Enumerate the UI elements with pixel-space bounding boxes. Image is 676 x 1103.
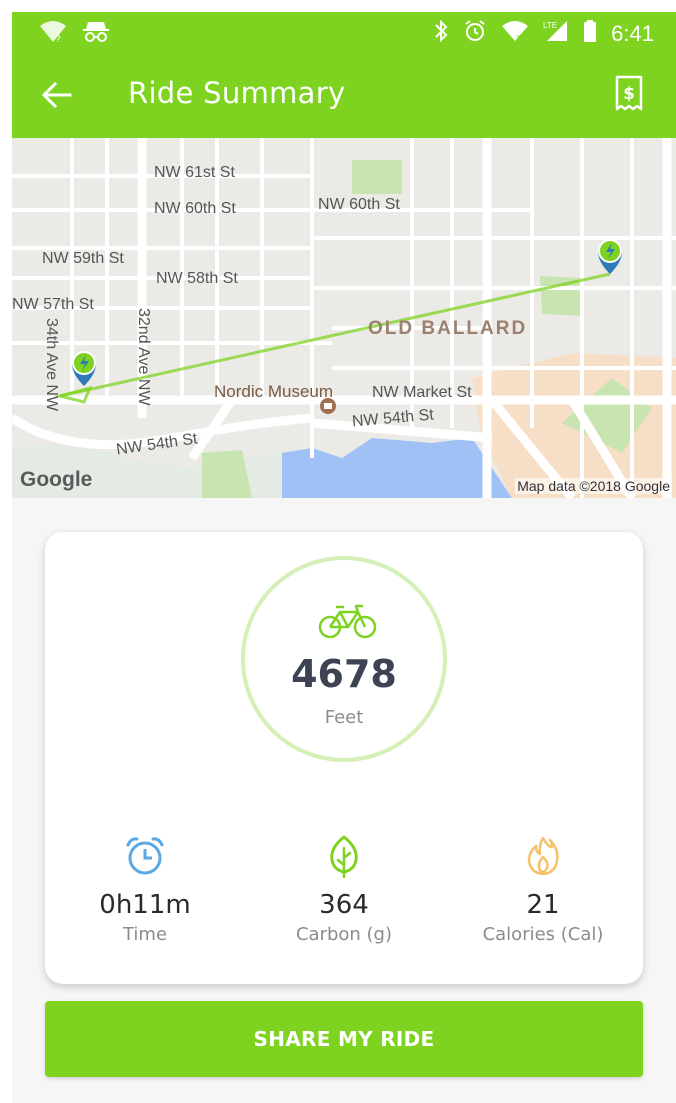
app-screen: ? x LTE 6:41 Ride Summary $ NW 61st St N…	[12, 12, 676, 1103]
street-label: NW 58th St	[156, 270, 238, 287]
stat-time: 0h11m Time	[55, 834, 235, 945]
time-label: Time	[122, 924, 168, 945]
svg-text:x: x	[516, 32, 521, 42]
bicycle-icon	[318, 602, 378, 645]
calories-value: 21	[526, 890, 560, 920]
receipt-dollar-icon: $	[615, 75, 643, 111]
poi-label: Nordic Museum	[214, 382, 334, 401]
distance-ring: 4678 Feet	[241, 556, 447, 762]
flame-icon	[453, 834, 633, 878]
svg-text:$: $	[623, 84, 635, 104]
distance-unit: Feet	[324, 707, 364, 728]
street-label: 32nd Ave NW	[135, 308, 152, 406]
map-base	[12, 138, 676, 498]
svg-text:?: ?	[55, 34, 61, 44]
status-time: 6:41	[611, 20, 654, 46]
street-label: 34th Ave NW	[43, 318, 60, 412]
street-label: NW 57th St	[12, 296, 94, 313]
lte-signal-icon: LTE	[543, 19, 569, 48]
time-value: 0h11m	[99, 890, 191, 920]
carbon-value: 364	[319, 890, 369, 920]
google-logo: Google	[20, 468, 93, 491]
arrow-left-icon	[42, 82, 72, 108]
alarm-icon	[463, 19, 487, 48]
carbon-label: Carbon (g)	[295, 924, 393, 945]
wifi-x-icon: x	[501, 19, 529, 48]
district-label: OLD BALLARD	[368, 318, 528, 339]
share-ride-button[interactable]: SHARE MY RIDE	[45, 1001, 643, 1077]
page-title: Ride Summary	[128, 76, 346, 110]
alarm-clock-icon	[55, 834, 235, 878]
receipt-button[interactable]: $	[612, 74, 646, 114]
incognito-icon	[82, 20, 110, 49]
battery-icon	[583, 19, 597, 48]
stat-calories: 21 Calories (Cal)	[453, 834, 633, 945]
street-label: NW 60th St	[154, 200, 236, 217]
route-map[interactable]: NW 61st St NW 60th St NW 60th St NW 59th…	[12, 138, 676, 498]
status-bar: ? x LTE 6:41	[12, 12, 676, 52]
bluetooth-icon	[433, 19, 449, 48]
wifi-question-icon: ?	[38, 20, 68, 49]
calories-label: Calories (Cal)	[482, 924, 604, 945]
street-label: NW 61st St	[154, 164, 235, 181]
street-label: NW Market St	[372, 384, 472, 401]
street-label: NW 60th St	[318, 196, 400, 213]
leaf-icon	[254, 834, 434, 878]
distance-value: 4678	[291, 652, 397, 696]
back-button[interactable]	[38, 78, 76, 112]
svg-text:LTE: LTE	[543, 21, 557, 30]
street-label: NW 59th St	[42, 250, 124, 267]
map-attribution[interactable]: Map data ©2018 Google	[515, 478, 672, 494]
share-ride-label: SHARE MY RIDE	[253, 1027, 435, 1051]
stat-carbon: 364 Carbon (g)	[254, 834, 434, 945]
ride-summary-card: 4678 Feet 0h11m Time 364 Carbon (g) 21 C…	[45, 532, 643, 984]
app-bar: Ride Summary $	[12, 52, 676, 138]
